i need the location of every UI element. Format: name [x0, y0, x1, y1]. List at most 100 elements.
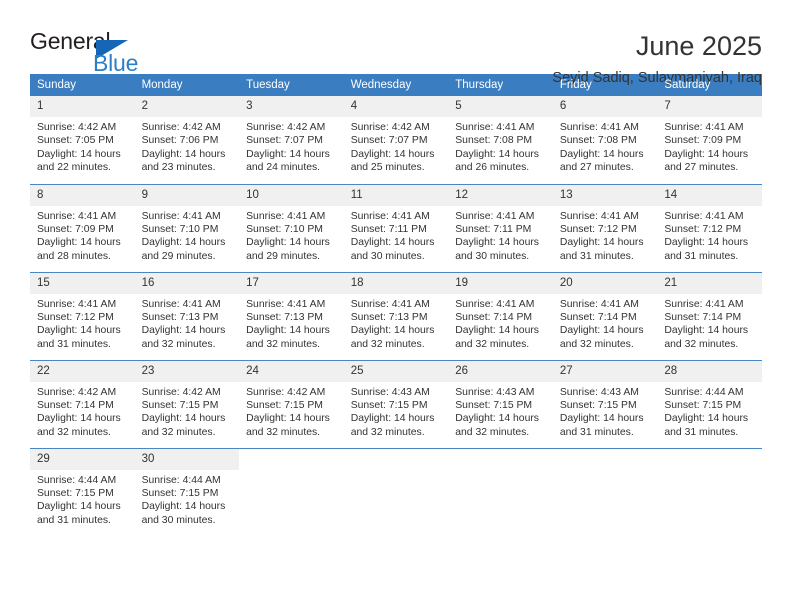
calendar-day-cell[interactable]: 13 Sunrise: 4:41 AM Sunset: 7:12 PM Dayligh… [552, 183, 658, 272]
logo-text-blue: Blue [93, 50, 139, 76]
calendar-day-cell[interactable]: 14 Sunrise: 4:41 AM Sunset: 7:12 PM Dayligh… [657, 183, 762, 272]
day-number: 23 [134, 360, 240, 382]
sunrise-text: Sunrise: 4:41 AM [455, 210, 535, 222]
daylight-text: Daylight: 14 hours and 28 minutes. [37, 237, 121, 262]
day-number: 13 [552, 184, 658, 206]
sunset-text: Sunset: 7:13 PM [141, 311, 219, 323]
day-details: Sunrise: 4:41 AM Sunset: 7:10 PM Daylight:… [239, 206, 344, 264]
day-details: Sunrise: 4:41 AM Sunset: 7:14 PM Daylight:… [657, 294, 762, 352]
calendar-day-cell[interactable]: 29 Sunrise: 4:44 AM Sunset: 7:15 PM Dayligh… [30, 447, 135, 536]
day-number [343, 448, 449, 470]
day-details: Sunrise: 4:44 AM Sunset: 7:15 PM Daylight:… [657, 382, 762, 440]
sunset-text: Sunset: 7:10 PM [141, 223, 219, 235]
calendar-body: 1 Sunrise: 4:42 AM Sunset: 7:05 PM Daylight… [30, 96, 762, 536]
calendar-week-row: 1 Sunrise: 4:42 AM Sunset: 7:05 PM Daylight… [30, 96, 762, 184]
sunset-text: Sunset: 7:12 PM [559, 223, 637, 235]
calendar-day-cell[interactable]: 2 Sunrise: 4:42 AM Sunset: 7:06 PM Daylight… [134, 96, 240, 184]
day-details: Sunrise: 4:41 AM Sunset: 7:10 PM Daylight:… [135, 206, 240, 264]
sunrise-text: Sunrise: 4:41 AM [246, 298, 326, 310]
daylight-text: Daylight: 14 hours and 32 minutes. [350, 413, 435, 438]
sunset-text: Sunset: 7:15 PM [664, 399, 742, 411]
calendar-day-cell[interactable]: 7 Sunrise: 4:41 AM Sunset: 7:09 PM Daylight… [657, 96, 762, 184]
day-number: 16 [134, 272, 240, 294]
daylight-text: Daylight: 14 hours and 32 minutes. [559, 325, 644, 350]
day-number: 19 [448, 272, 553, 294]
daylight-text: Daylight: 14 hours and 25 minutes. [350, 148, 435, 174]
sunrise-text: Sunrise: 4:41 AM [350, 298, 430, 310]
calendar-empty-cell [343, 447, 449, 536]
sunrise-text: Sunrise: 4:43 AM [350, 386, 430, 398]
calendar-day-cell[interactable]: 19 Sunrise: 4:41 AM Sunset: 7:14 PM Dayligh… [448, 271, 553, 360]
day-details: Sunrise: 4:43 AM Sunset: 7:15 PM Daylight:… [553, 382, 658, 440]
sunset-text: Sunset: 7:07 PM [246, 135, 323, 147]
daylight-text: Daylight: 14 hours and 32 minutes. [455, 413, 539, 438]
general-blue-logo[interactable]: General Blue [30, 28, 139, 76]
daylight-text: Daylight: 14 hours and 32 minutes. [246, 325, 330, 350]
sunset-text: Sunset: 7:09 PM [664, 135, 742, 147]
calendar-day-cell[interactable]: 22 Sunrise: 4:42 AM Sunset: 7:14 PM Dayligh… [30, 359, 135, 448]
calendar-day-cell[interactable]: 21 Sunrise: 4:41 AM Sunset: 7:14 PM Dayligh… [657, 271, 762, 360]
sunrise-text: Sunrise: 4:41 AM [559, 122, 639, 133]
day-details: Sunrise: 4:44 AM Sunset: 7:15 PM Daylight:… [30, 470, 135, 528]
sunset-text: Sunset: 7:15 PM [559, 399, 637, 411]
calendar-day-cell[interactable]: 24 Sunrise: 4:42 AM Sunset: 7:15 PM Dayligh… [239, 359, 344, 448]
calendar-day-cell[interactable]: 4 Sunrise: 4:42 AM Sunset: 7:07 PM Daylight… [343, 96, 449, 184]
calendar-day-cell[interactable]: 18 Sunrise: 4:41 AM Sunset: 7:13 PM Dayligh… [343, 271, 449, 360]
calendar-day-cell[interactable]: 28 Sunrise: 4:44 AM Sunset: 7:15 PM Dayligh… [657, 359, 762, 448]
calendar-day-cell[interactable]: 26 Sunrise: 4:43 AM Sunset: 7:15 PM Dayligh… [448, 359, 553, 448]
day-number: 20 [552, 272, 658, 294]
calendar-day-cell[interactable]: 20 Sunrise: 4:41 AM Sunset: 7:14 PM Dayligh… [552, 271, 658, 360]
calendar-day-cell[interactable]: 5 Sunrise: 4:41 AM Sunset: 7:08 PM Daylight… [448, 96, 553, 184]
daylight-text: Daylight: 14 hours and 30 minutes. [141, 501, 226, 526]
day-details: Sunrise: 4:44 AM Sunset: 7:15 PM Daylight:… [135, 470, 240, 528]
calendar-day-cell[interactable]: 30 Sunrise: 4:44 AM Sunset: 7:15 PM Dayligh… [134, 447, 240, 536]
calendar-day-cell[interactable]: 10 Sunrise: 4:41 AM Sunset: 7:10 PM Dayligh… [239, 183, 344, 272]
calendar-week-row: 15 Sunrise: 4:41 AM Sunset: 7:12 PM Dayligh… [30, 271, 762, 360]
calendar-day-cell[interactable]: 15 Sunrise: 4:41 AM Sunset: 7:12 PM Dayligh… [30, 271, 135, 360]
day-number: 24 [239, 360, 344, 382]
calendar-day-cell[interactable]: 27 Sunrise: 4:43 AM Sunset: 7:15 PM Dayligh… [552, 359, 658, 448]
calendar-day-cell[interactable]: 11 Sunrise: 4:41 AM Sunset: 7:11 PM Dayligh… [343, 183, 449, 272]
sunset-text: Sunset: 7:05 PM [37, 135, 114, 147]
day-number: 17 [239, 272, 344, 294]
sunrise-text: Sunrise: 4:41 AM [37, 298, 117, 310]
day-number: 10 [239, 184, 344, 206]
daylight-text: Daylight: 14 hours and 29 minutes. [246, 237, 330, 262]
sunrise-text: Sunrise: 4:41 AM [559, 210, 639, 222]
day-number: 30 [134, 448, 240, 470]
calendar-day-cell[interactable]: 8 Sunrise: 4:41 AM Sunset: 7:09 PM Daylight… [30, 183, 135, 272]
calendar-day-cell[interactable]: 1 Sunrise: 4:42 AM Sunset: 7:05 PM Daylight… [30, 96, 135, 184]
daylight-text: Daylight: 14 hours and 30 minutes. [455, 237, 539, 262]
calendar-day-cell[interactable]: 16 Sunrise: 4:41 AM Sunset: 7:13 PM Dayligh… [134, 271, 240, 360]
daylight-text: Daylight: 14 hours and 31 minutes. [559, 237, 644, 262]
sunrise-text: Sunrise: 4:42 AM [246, 122, 326, 133]
sunrise-text: Sunrise: 4:41 AM [455, 122, 535, 133]
calendar-day-cell[interactable]: 23 Sunrise: 4:42 AM Sunset: 7:15 PM Dayligh… [134, 359, 240, 448]
day-number: 7 [657, 96, 762, 117]
day-details: Sunrise: 4:43 AM Sunset: 7:15 PM Daylight:… [448, 382, 553, 440]
daylight-text: Daylight: 14 hours and 32 minutes. [246, 413, 330, 438]
daylight-text: Daylight: 14 hours and 31 minutes. [664, 237, 749, 262]
calendar-grid: Sunday Monday Tuesday Wednesday Thursday… [30, 74, 762, 536]
day-details: Sunrise: 4:41 AM Sunset: 7:13 PM Daylight:… [239, 294, 344, 352]
calendar-day-cell[interactable]: 9 Sunrise: 4:41 AM Sunset: 7:10 PM Daylight… [134, 183, 240, 272]
sunrise-text: Sunrise: 4:42 AM [350, 122, 430, 133]
sunrise-text: Sunrise: 4:44 AM [141, 474, 221, 486]
daylight-text: Daylight: 14 hours and 31 minutes. [664, 413, 749, 438]
calendar-empty-cell [657, 447, 762, 536]
calendar-day-cell[interactable]: 17 Sunrise: 4:41 AM Sunset: 7:13 PM Dayligh… [239, 271, 344, 360]
calendar-day-cell[interactable]: 12 Sunrise: 4:41 AM Sunset: 7:11 PM Dayligh… [448, 183, 553, 272]
calendar-page: General Blue June 2025 Seyid Sadiq, Sula… [0, 0, 792, 612]
calendar-day-cell[interactable]: 3 Sunrise: 4:42 AM Sunset: 7:07 PM Daylight… [239, 96, 344, 184]
weekday-header-thursday: Thursday [448, 74, 553, 96]
calendar-day-cell[interactable]: 6 Sunrise: 4:41 AM Sunset: 7:08 PM Daylight… [552, 96, 658, 184]
sunset-text: Sunset: 7:15 PM [141, 399, 219, 411]
day-details: Sunrise: 4:41 AM Sunset: 7:11 PM Daylight:… [344, 206, 449, 264]
calendar-empty-cell [239, 447, 344, 536]
sunrise-text: Sunrise: 4:43 AM [455, 386, 535, 398]
day-details: Sunrise: 4:41 AM Sunset: 7:12 PM Daylight:… [657, 206, 762, 264]
calendar-day-cell[interactable]: 25 Sunrise: 4:43 AM Sunset: 7:15 PM Dayligh… [343, 359, 449, 448]
day-details: Sunrise: 4:42 AM Sunset: 7:15 PM Daylight:… [135, 382, 240, 440]
daylight-text: Daylight: 14 hours and 27 minutes. [559, 148, 644, 174]
daylight-text: Daylight: 14 hours and 24 minutes. [246, 148, 330, 174]
